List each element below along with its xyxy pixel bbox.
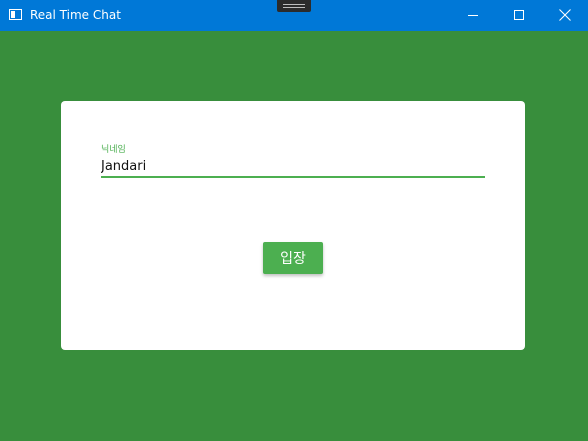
nickname-input[interactable] xyxy=(101,156,485,178)
minimize-button[interactable] xyxy=(450,0,496,31)
maximize-icon xyxy=(514,10,524,20)
drag-grip-handle[interactable] xyxy=(277,0,311,12)
app-window: Real Time Chat 닉네임 입장 xyxy=(0,0,588,441)
maximize-button[interactable] xyxy=(496,0,542,31)
login-card: 닉네임 입장 xyxy=(61,101,525,350)
close-icon xyxy=(559,9,571,21)
nickname-label: 닉네임 xyxy=(101,145,126,155)
close-button[interactable] xyxy=(542,0,588,31)
minimize-icon xyxy=(468,15,478,16)
window-title: Real Time Chat xyxy=(30,8,121,22)
enter-button[interactable]: 입장 xyxy=(263,242,323,274)
app-window-icon xyxy=(9,9,22,20)
title-bar[interactable]: Real Time Chat xyxy=(0,0,588,31)
